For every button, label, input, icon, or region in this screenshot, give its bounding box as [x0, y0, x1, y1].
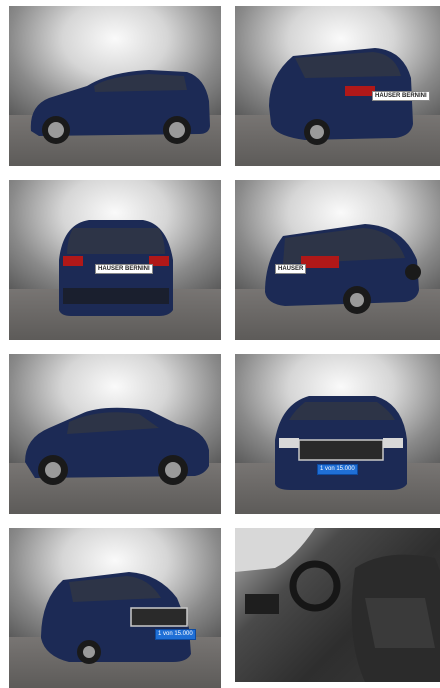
photo-front[interactable]: 1 von 15.000 — [235, 354, 440, 514]
photo-side-left[interactable] — [9, 6, 221, 166]
license-plate: HAUSER — [275, 264, 307, 274]
photo-rear-three-quarter-left[interactable]: HAUSER BERNINI — [235, 6, 440, 166]
car-side-image-2 — [25, 407, 209, 485]
photo-rear-three-quarter-right[interactable]: HAUSER — [235, 180, 440, 340]
interior-image — [235, 528, 440, 682]
car-side-image — [30, 70, 211, 144]
photo-interior-driver[interactable] — [235, 528, 440, 682]
price-sticker: 1 von 15.000 — [317, 464, 358, 475]
car-front-three-quarter-image — [41, 572, 191, 664]
car-rear-image — [59, 220, 173, 316]
license-plate: HAUSER BERNINI — [95, 264, 153, 274]
car-front-image — [275, 396, 407, 490]
license-plate: HAUSER BERNINI — [372, 91, 430, 101]
car-rear-three-quarter-right-image — [265, 224, 421, 314]
photo-side-left-2[interactable] — [9, 354, 221, 514]
photo-front-three-quarter-left[interactable]: 1 von 15.000 — [9, 528, 221, 688]
car-rear-three-quarter-image — [269, 48, 413, 145]
price-sticker: 1 von 15.000 — [155, 629, 196, 640]
photo-rear[interactable]: HAUSER BERNINI — [9, 180, 221, 340]
photo-gallery: HAUSER BERNINI HAUSER BERNINI HAUSER 1 v… — [0, 0, 440, 688]
